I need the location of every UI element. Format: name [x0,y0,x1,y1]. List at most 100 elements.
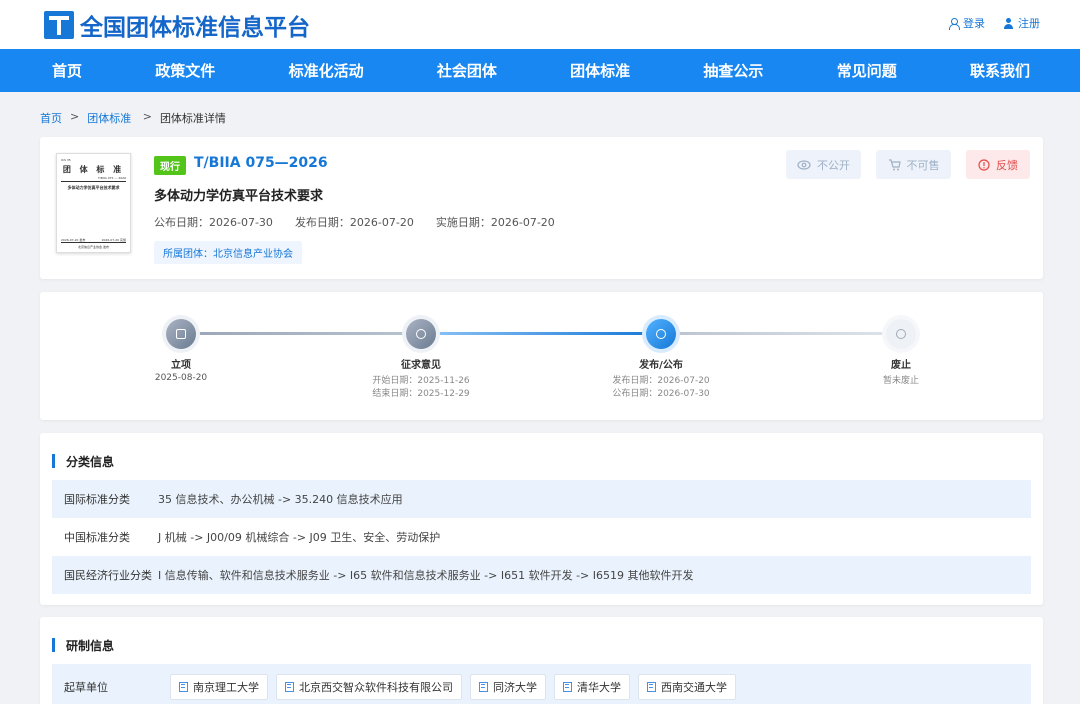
nav-item-contact[interactable]: 联系我们 [970,60,1030,81]
register-label: 注册 [1018,17,1040,30]
login-link[interactable]: 登录 [948,15,985,31]
breadcrumb-separator: > [139,110,152,123]
nav-item-home[interactable]: 首页 [52,60,82,81]
timeline-label: 征求意见 [401,360,441,371]
breadcrumb-section[interactable]: 团体标准 [87,110,131,126]
breadcrumb: 首页 > 团体标准 > 团体标准详情 [40,110,226,126]
section-title: 分类信息 [52,453,114,470]
login-label: 登录 [963,17,985,30]
site-logo[interactable]: 全国团体标准信息平台 [44,8,310,42]
timeline-connector [421,332,661,335]
breadcrumb-current: 团体标准详情 [159,112,226,125]
drafter-label: 起草单位 [64,681,108,694]
site-title: 全国团体标准信息平台 [80,14,310,41]
drafter-row: 起草单位 南京理工大学 北京西交智众软件科技有限公司 同济大学 清华大学 西南交… [52,664,1031,704]
thumb-issuer: 北京信息产业协会 发布 [78,245,109,249]
thumb-ics: ICS 35 [61,158,71,162]
main-nav: 首页 政策文件 标准化活动 社会团体 团体标准 抽查公示 常见问题 联系我们 [0,49,1080,92]
nav-item-faq[interactable]: 常见问题 [837,60,897,81]
nav-item-inspection[interactable]: 抽查公示 [703,60,763,81]
thumb-divider [61,242,126,243]
row-value: 35 信息技术、办公机械 -> 35.240 信息技术应用 [158,493,403,506]
drafter-name: 清华大学 [577,681,621,694]
cart-icon [888,158,901,170]
register-link[interactable]: 注册 [1003,15,1040,31]
private-label: 不公开 [817,158,850,172]
private-button[interactable]: 不公开 [786,150,861,179]
drafter-name: 北京西交智众软件科技有限公司 [299,681,453,694]
row-value: J 机械 -> J00/09 机械综合 -> J09 卫生、安全、劳动保护 [158,531,441,544]
timeline-label: 废止 [891,360,911,371]
drafter-chip[interactable]: 同济大学 [470,674,546,700]
classification-row: 中国标准分类 J 机械 -> J00/09 机械综合 -> J09 卫生、安全、… [52,518,1031,556]
row-key: 中国标准分类 [64,531,130,544]
timeline-node-abolish [886,319,916,349]
lifecycle-timeline: 立项 2025-08-20 征求意见 开始日期：2025-11-26 结束日期：… [40,292,1043,420]
release-date: 发布日期：2026-07-20 [294,216,414,229]
standard-code: T/BIIA 075—2026 [194,155,328,171]
breadcrumb-separator: > [70,110,80,123]
row-key: 国民经济行业分类 [64,569,152,582]
timeline-date: 2025-08-20 [154,373,208,383]
timeline-connector [661,332,901,335]
thumb-divider [61,181,126,182]
drafter-name: 西南交通大学 [661,681,727,694]
user-outline-icon [948,17,960,30]
section-title: 研制信息 [52,637,114,654]
feedback-button[interactable]: 反馈 [966,150,1030,179]
drafter-chip[interactable]: 北京西交智众软件科技有限公司 [276,674,462,700]
alert-icon [978,158,990,171]
classification-card: 分类信息 国际标准分类 35 信息技术、办公机械 -> 35.240 信息技术应… [40,433,1043,605]
eye-icon [797,159,811,170]
drafter-list: 南京理工大学 北京西交智众软件科技有限公司 同济大学 清华大学 西南交通大学 [170,674,736,700]
nav-item-groups[interactable]: 社会团体 [437,60,497,81]
timeline-node-approval [166,319,196,349]
auth-links: 登录 注册 [948,15,1040,31]
org-tag[interactable]: 所属团体：北京信息产业协会 [154,241,302,264]
building-icon [179,682,188,692]
drafter-chip[interactable]: 清华大学 [554,674,630,700]
building-icon [563,682,572,692]
thumb-code: T/BIIA 075 — 2026 [98,176,126,180]
standard-title: 多体动力学仿真平台技术要求 [154,189,324,204]
drafter-name: 南京理工大学 [193,681,259,694]
standard-dates: 公布日期：2026-07-30 发布日期：2026-07-20 实施日期：202… [154,214,555,230]
timeline-label: 立项 [171,360,191,371]
row-key: 国际标准分类 [64,493,130,506]
site-header: 全国团体标准信息平台 登录 注册 [0,0,1080,49]
nav-item-standards[interactable]: 团体标准 [570,60,630,81]
timeline-date: 结束日期：2025-12-29 [372,389,470,399]
timeline-date: 发布日期：2026-07-20 [612,376,710,386]
standard-summary-card: ICS 35 团 体 标 准 T/BIIA 075 — 2026 多体动力学仿真… [40,137,1043,279]
building-icon [285,682,294,692]
standard-cover-thumbnail[interactable]: ICS 35 团 体 标 准 T/BIIA 075 — 2026 多体动力学仿真… [56,153,131,253]
minus-circle-icon [896,329,906,339]
document-icon [176,329,186,339]
publish-date: 公布日期：2026-07-30 [154,216,273,229]
drafter-chip[interactable]: 西南交通大学 [638,674,736,700]
not-for-sale-button[interactable]: 不可售 [876,150,951,179]
timeline-date: 开始日期：2025-11-26 [372,376,470,386]
timeline-label: 发布/公布 [639,360,683,371]
status-badge: 现行 [154,156,186,175]
timeline-node-comment [406,319,436,349]
row-value: I 信息传输、软件和信息技术服务业 -> I65 软件和信息技术服务业 -> I… [158,569,694,582]
breadcrumb-home[interactable]: 首页 [40,110,62,126]
building-icon [647,682,656,692]
drafter-name: 同济大学 [493,681,537,694]
nav-item-activities[interactable]: 标准化活动 [289,60,364,81]
building-icon [479,682,488,692]
classification-row: 国际标准分类 35 信息技术、办公机械 -> 35.240 信息技术应用 [52,480,1031,518]
user-solid-icon [1003,17,1014,29]
timeline-node-publish [646,319,676,349]
not-for-sale-label: 不可售 [906,158,940,172]
nav-item-policy[interactable]: 政策文件 [155,60,215,81]
check-icon [656,329,666,339]
thumb-title: 多体动力学仿真平台技术要求 [67,185,120,190]
classification-row: 国民经济行业分类 I 信息传输、软件和信息技术服务业 -> I65 软件和信息技… [52,556,1031,594]
drafter-chip[interactable]: 南京理工大学 [170,674,268,700]
comment-icon [416,329,426,339]
logo-icon [44,11,74,39]
feedback-label: 反馈 [996,158,1018,172]
effective-date: 实施日期：2026-07-20 [435,216,555,229]
